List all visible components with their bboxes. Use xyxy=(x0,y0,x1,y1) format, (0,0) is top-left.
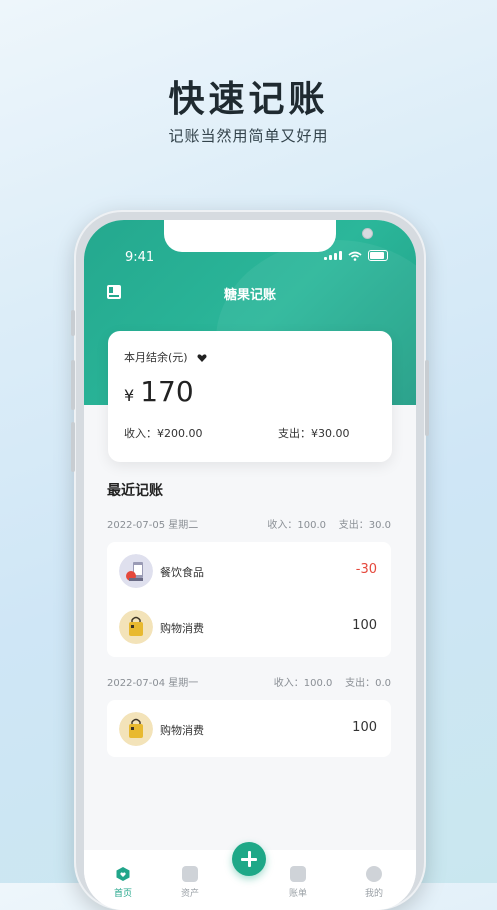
promo-subtitle: 记账当然用简单又好用 xyxy=(168,127,329,145)
entry-amount: 100 xyxy=(352,720,377,735)
balance-label: 本月结余(元) xyxy=(124,349,207,365)
tab-bills-label: 账单 xyxy=(288,889,307,899)
app-title: 糖果记账 xyxy=(223,288,276,303)
food-icon xyxy=(119,554,153,588)
nav-bar: 糖果记账 xyxy=(84,282,416,306)
wifi-icon xyxy=(348,251,362,261)
notch xyxy=(164,220,373,252)
status-time: 9:41 xyxy=(125,250,155,265)
shopping-bag-icon xyxy=(119,712,153,746)
list-item[interactable]: 购物消费 100 xyxy=(107,708,391,748)
day-header: 2022-07-04 星期一 收入：100.0 支出：0.0 xyxy=(107,674,391,689)
assets-icon xyxy=(182,866,198,882)
tab-home-label: 首页 xyxy=(113,889,132,899)
entry-category: 购物消费 xyxy=(160,622,204,635)
signal-icon xyxy=(324,251,342,260)
bills-icon xyxy=(290,866,306,882)
home-icon xyxy=(116,867,130,881)
list-item[interactable]: 购物消费 100 xyxy=(107,606,391,646)
entry-amount: 100 xyxy=(352,618,377,633)
app-screen: 9:41 糖果记账 本月结余(元) ¥ 170 收入：¥200.00 支出：¥3… xyxy=(84,220,416,910)
currency-symbol: ¥ xyxy=(124,386,135,405)
day-date: 2022-07-04 星期一 xyxy=(107,678,199,689)
profile-icon xyxy=(366,866,382,882)
status-icons xyxy=(324,250,388,261)
balance-amount: ¥170 xyxy=(124,375,194,408)
list-item[interactable]: 餐饮食品 -30 xyxy=(107,550,391,590)
heart-icon[interactable] xyxy=(197,354,207,362)
balance-value: 170 xyxy=(140,375,194,408)
entry-category: 餐饮食品 xyxy=(160,566,204,579)
recent-title: 最近记账 xyxy=(107,483,163,499)
entry-amount: -30 xyxy=(355,562,377,577)
day-totals: 收入：100.0 支出：30.0 xyxy=(267,520,391,531)
tab-mine-label: 我的 xyxy=(364,889,383,899)
day-totals: 收入：100.0 支出：0.0 xyxy=(273,678,391,689)
phone-frame: 9:41 糖果记账 本月结余(元) ¥ 170 收入：¥200.00 支出：¥3… xyxy=(71,210,429,910)
entry-category: 购物消费 xyxy=(160,724,204,737)
day-header: 2022-07-05 星期二 收入：100.0 支出：30.0 xyxy=(107,516,391,531)
day-date: 2022-07-05 星期二 xyxy=(107,520,199,531)
add-record-button[interactable] xyxy=(232,842,266,876)
battery-icon xyxy=(368,250,388,261)
income-total: 收入：¥200.00 xyxy=(124,427,203,440)
tab-bar: 首页 资产 账单 我的 xyxy=(84,842,416,910)
expense-total: 支出：¥30.00 xyxy=(278,427,350,440)
balance-label-text: 本月结余(元) xyxy=(124,351,188,364)
shopping-bag-icon xyxy=(119,610,153,644)
balance-card: 本月结余(元) ¥170 收入：¥200.00 支出：¥30.00 xyxy=(108,331,392,462)
day-card: 购物消费 100 xyxy=(107,700,391,757)
promo-title: 快速记账 xyxy=(168,79,329,120)
day-card: 餐饮食品 -30 购物消费 100 xyxy=(107,542,391,657)
tab-assets-label: 资产 xyxy=(180,889,199,899)
